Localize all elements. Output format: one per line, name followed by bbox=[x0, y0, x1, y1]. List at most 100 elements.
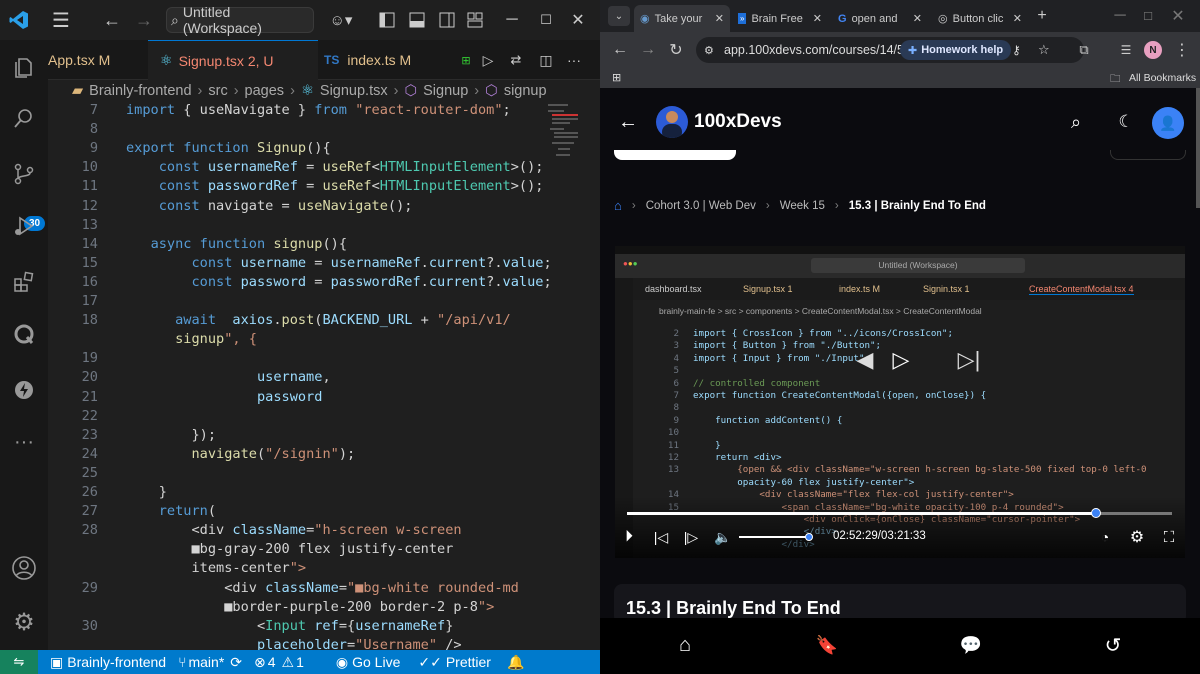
code-line[interactable]: ■bg-gray-200 flex justify-center bbox=[126, 541, 453, 557]
tab-signup-tsx[interactable]: ⚛ Signup.tsx 2, U bbox=[148, 40, 318, 80]
status-warnings[interactable]: 1 bbox=[296, 654, 304, 670]
browser-tab-active[interactable]: ◉ Take your ✕ bbox=[634, 5, 730, 32]
playback-speed-icon[interactable]: ◔ bbox=[1095, 527, 1115, 547]
reload-icon[interactable]: ↻ bbox=[666, 40, 686, 60]
minimize-icon[interactable]: ─ bbox=[1110, 6, 1130, 26]
reading-list-icon[interactable]: ☰ bbox=[1116, 40, 1136, 60]
explorer-icon[interactable] bbox=[0, 44, 48, 92]
minimize-icon[interactable]: ─ bbox=[500, 9, 524, 31]
code-line[interactable]: export function Signup(){ bbox=[126, 140, 331, 156]
code-line[interactable]: password bbox=[126, 389, 322, 405]
next-icon[interactable]: |▷ bbox=[681, 527, 701, 547]
status-project[interactable]: Brainly-frontend bbox=[67, 654, 166, 670]
status-prettier[interactable]: Prettier bbox=[446, 654, 491, 670]
code-line[interactable]: <div className="■bg-white rounded-md bbox=[126, 580, 519, 596]
close-icon[interactable]: ✕ bbox=[1168, 6, 1188, 26]
new-tab-icon[interactable]: + bbox=[1032, 6, 1052, 26]
site-info-icon[interactable]: ⚙ bbox=[704, 44, 714, 57]
code-line[interactable]: }); bbox=[126, 427, 216, 443]
copilot-icon[interactable]: ☺▾ bbox=[326, 8, 356, 32]
manage-gear-icon[interactable]: ⚙ bbox=[0, 598, 48, 646]
code-line[interactable]: ■border-purple-200 border-2 p-8"> bbox=[126, 599, 494, 615]
seek-bar[interactable] bbox=[627, 508, 1172, 518]
layout-secondary-sidebar-icon[interactable] bbox=[436, 9, 458, 31]
back-arrow-icon[interactable]: ← bbox=[610, 40, 630, 60]
browser-tab[interactable]: » Brain Free ✕ bbox=[732, 5, 828, 32]
query-extension-icon[interactable] bbox=[0, 310, 48, 358]
customize-layout-icon[interactable] bbox=[464, 9, 486, 31]
thunder-client-icon[interactable] bbox=[0, 366, 48, 414]
run-debug-icon[interactable] bbox=[0, 202, 48, 250]
forward-10-icon[interactable]: ▷| bbox=[955, 346, 983, 374]
layout-sidebar-icon[interactable] bbox=[376, 9, 398, 31]
breadcrumb-item[interactable]: Cohort 3.0 | Web Dev bbox=[646, 200, 756, 212]
browser-tab[interactable]: G open and ✕ bbox=[832, 5, 928, 32]
breadcrumb-item[interactable]: pages bbox=[245, 83, 285, 99]
source-control-icon[interactable] bbox=[0, 150, 48, 198]
tab-index-ts[interactable]: TS index.ts M bbox=[324, 40, 454, 80]
code-line[interactable]: await axios.post(BACKEND_URL + "/api/v1/ bbox=[126, 312, 511, 328]
maximize-icon[interactable]: ☐ bbox=[1138, 6, 1158, 26]
status-branch[interactable]: main* bbox=[188, 654, 224, 670]
code-line[interactable]: import { useNavigate } from "react-route… bbox=[126, 102, 511, 118]
video-player[interactable]: ●●● Untitled (Workspace) dashboard.tsx S… bbox=[615, 246, 1185, 558]
code-line[interactable]: username, bbox=[126, 369, 331, 385]
tab-close-icon[interactable]: ✕ bbox=[1013, 12, 1022, 25]
back-arrow-icon[interactable]: ← bbox=[100, 8, 124, 32]
code-line[interactable]: const username = usernameRef.current?.va… bbox=[126, 255, 551, 271]
run-icon[interactable]: ▷ bbox=[478, 50, 498, 70]
code-line[interactable]: <Input ref={usernameRef} bbox=[126, 618, 453, 634]
bookmark-star-icon[interactable]: ☆ bbox=[1038, 42, 1050, 58]
volume-icon[interactable]: 🔈 bbox=[713, 527, 733, 547]
tab-close-icon[interactable]: ✕ bbox=[813, 12, 822, 25]
breadcrumb-item[interactable]: Signup.tsx bbox=[320, 83, 388, 99]
breadcrumb-item[interactable]: signup bbox=[504, 83, 547, 99]
code-line[interactable]: const passwordRef = useRef<HTMLInputElem… bbox=[126, 178, 544, 194]
play-circle-icon[interactable]: ⏵ bbox=[619, 527, 639, 547]
maximize-icon[interactable]: ☐ bbox=[534, 9, 558, 31]
forward-arrow-icon[interactable]: → bbox=[638, 40, 658, 60]
comments-icon[interactable]: 💬 bbox=[958, 632, 984, 658]
code-line[interactable]: async function signup(){ bbox=[126, 236, 347, 252]
fullscreen-icon[interactable]: ⛶ bbox=[1159, 527, 1179, 547]
tab-app-tsx[interactable]: App.tsx M bbox=[48, 40, 148, 80]
apps-grid-icon[interactable]: ⊞ bbox=[612, 71, 621, 84]
account-icon[interactable] bbox=[0, 544, 48, 592]
breadcrumb-item[interactable]: src bbox=[208, 83, 227, 99]
rewind-10-icon[interactable]: ◀ bbox=[851, 346, 879, 374]
tab-close-icon[interactable]: ✕ bbox=[913, 12, 922, 25]
status-errors[interactable]: 4 bbox=[268, 654, 276, 670]
previous-button-edge[interactable] bbox=[614, 150, 736, 160]
volume-thumb[interactable] bbox=[805, 533, 813, 541]
close-icon[interactable]: ✕ bbox=[566, 9, 590, 31]
breadcrumb-item[interactable]: Week 15 bbox=[780, 200, 825, 212]
history-icon[interactable]: ↺ bbox=[1100, 632, 1126, 658]
browser-menu-icon[interactable]: ⋮ bbox=[1172, 40, 1192, 60]
code-line[interactable]: navigate("/signin"); bbox=[126, 446, 355, 462]
volume-slider[interactable] bbox=[739, 533, 813, 541]
previous-icon[interactable]: |◁ bbox=[651, 527, 671, 547]
layout-panel-icon[interactable] bbox=[406, 9, 428, 31]
tab-list-dropdown-icon[interactable]: ⌄ bbox=[608, 6, 630, 26]
search-icon[interactable] bbox=[0, 94, 48, 142]
sync-icon[interactable]: ⟳ bbox=[230, 654, 242, 671]
home-icon[interactable]: ⌂ bbox=[672, 632, 698, 658]
split-editor-icon[interactable]: ◫ bbox=[536, 50, 556, 70]
brand-logo[interactable]: 100xDevs bbox=[656, 106, 782, 138]
password-key-icon[interactable]: ⚷ bbox=[1012, 43, 1021, 57]
extensions-icon[interactable] bbox=[0, 258, 48, 306]
page-scrollbar[interactable] bbox=[1196, 88, 1200, 208]
extensions-icon[interactable]: ⧉ bbox=[1074, 40, 1094, 60]
tab-close-icon[interactable]: ✕ bbox=[715, 12, 724, 25]
code-line[interactable]: signup", { bbox=[126, 331, 257, 347]
homework-help-chip[interactable]: ✚ Homework help bbox=[900, 40, 1012, 60]
bookmark-icon[interactable]: 🔖 bbox=[814, 632, 840, 658]
code-line[interactable]: return( bbox=[126, 503, 216, 519]
breadcrumb-item[interactable]: Signup bbox=[423, 83, 468, 99]
code-line[interactable]: const usernameRef = useRef<HTMLInputElem… bbox=[126, 159, 544, 175]
status-go-live[interactable]: Go Live bbox=[352, 654, 400, 670]
play-icon[interactable]: ▷ bbox=[887, 346, 915, 374]
breadcrumb-item[interactable]: Brainly-frontend bbox=[89, 83, 191, 99]
code-line[interactable]: const password = passwordRef.current?.va… bbox=[126, 274, 551, 290]
code-line[interactable]: items-center"> bbox=[126, 560, 306, 576]
